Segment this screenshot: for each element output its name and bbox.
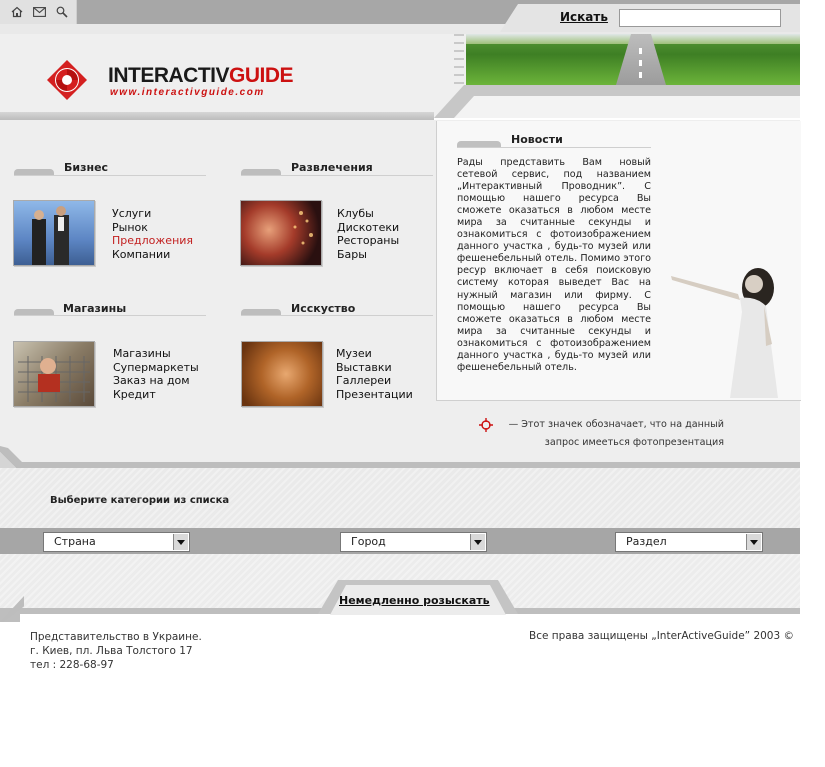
logo-url: www.interactivguide.com xyxy=(110,87,265,98)
link-exhibitions[interactable]: Выставки xyxy=(336,361,413,375)
header-dots xyxy=(454,34,464,85)
footer-address: Представительство в Украине. г. Киев, пл… xyxy=(30,630,202,672)
art-photo[interactable] xyxy=(241,341,323,407)
header-base xyxy=(0,112,434,120)
link-discos[interactable]: Дискотеки xyxy=(337,221,399,235)
photo-presentation-icon xyxy=(479,418,493,432)
link-clubs[interactable]: Клубы xyxy=(337,207,399,221)
select-value: Страна xyxy=(54,535,96,548)
section-title: Магазины xyxy=(63,302,127,315)
find-now-button[interactable]: Немедленно розыскать xyxy=(339,594,490,607)
header-swoosh-inner xyxy=(454,96,800,118)
address-line: г. Киев, пл. Льва Толстого 17 xyxy=(30,645,193,657)
header-road-photo xyxy=(466,34,800,85)
entertainment-photo[interactable] xyxy=(240,200,322,266)
country-select[interactable]: Страна xyxy=(43,532,190,552)
section-title: Бизнес xyxy=(64,161,109,174)
chevron-down-icon[interactable] xyxy=(173,534,188,550)
search-input[interactable] xyxy=(619,9,781,27)
link-museums[interactable]: Музеи xyxy=(336,347,413,361)
search-link[interactable]: Искать xyxy=(560,10,608,24)
girl-pointing-photo xyxy=(671,268,778,398)
address-line: тел : 228-68-97 xyxy=(30,659,114,671)
copyright: Все права защищены „InterActiveGuide” 20… xyxy=(529,630,795,642)
address-line: Представительство в Украине. xyxy=(30,631,202,643)
select-value: Раздел xyxy=(626,535,667,548)
shops-links: Магазины Супермаркеты Заказ на дом Креди… xyxy=(113,347,199,401)
link-home-delivery[interactable]: Заказ на дом xyxy=(113,374,199,388)
link-companies[interactable]: Компании xyxy=(112,248,193,262)
category-label: Выберите категории из списка xyxy=(50,495,230,506)
entertainment-links: Клубы Дискотеки Рестораны Бары xyxy=(337,207,399,261)
logo-name[interactable]: INTERACTIVGUIDE xyxy=(108,64,294,88)
art-links: Музеи Выставки Галлереи Презентации xyxy=(336,347,413,401)
link-presentations[interactable]: Презентации xyxy=(336,388,413,402)
select-value: Город xyxy=(351,535,386,548)
band-separator xyxy=(0,446,800,468)
top-icons-bar xyxy=(0,0,77,24)
chevron-down-icon[interactable] xyxy=(746,534,761,550)
business-links: Услуги Рынок Предложения Компании xyxy=(112,207,193,261)
legend-line: — Этот значек обозначает, что на данный xyxy=(508,419,724,430)
link-credit[interactable]: Кредит xyxy=(113,388,199,402)
link-restaurants[interactable]: Рестораны xyxy=(337,234,399,248)
link-services[interactable]: Услуги xyxy=(112,207,193,221)
shops-photo[interactable] xyxy=(13,341,95,407)
link-market[interactable]: Рынок xyxy=(112,221,193,235)
search-icon[interactable] xyxy=(55,6,69,18)
logo-icon[interactable] xyxy=(46,59,88,101)
chevron-down-icon[interactable] xyxy=(470,534,485,550)
section-title: Исскуство xyxy=(291,302,356,315)
link-bars[interactable]: Бары xyxy=(337,248,399,262)
home-icon[interactable] xyxy=(10,6,24,18)
news-text: Рады представить Вам новый сетевой серви… xyxy=(457,157,651,373)
city-select[interactable]: Город xyxy=(340,532,487,552)
section-title: Развлечения xyxy=(291,161,373,174)
link-galleries[interactable]: Галлереи xyxy=(336,374,413,388)
mail-icon[interactable] xyxy=(32,6,46,18)
link-shops[interactable]: Магазины xyxy=(113,347,199,361)
logo-name-part2: GUIDE xyxy=(229,64,294,87)
link-offers[interactable]: Предложения xyxy=(112,234,193,248)
business-photo[interactable] xyxy=(13,200,95,266)
logo-name-part1: INTERACTIV xyxy=(108,64,230,87)
section-select[interactable]: Раздел xyxy=(615,532,763,552)
link-supermarkets[interactable]: Супермаркеты xyxy=(113,361,199,375)
news-title: Новости xyxy=(511,133,563,146)
